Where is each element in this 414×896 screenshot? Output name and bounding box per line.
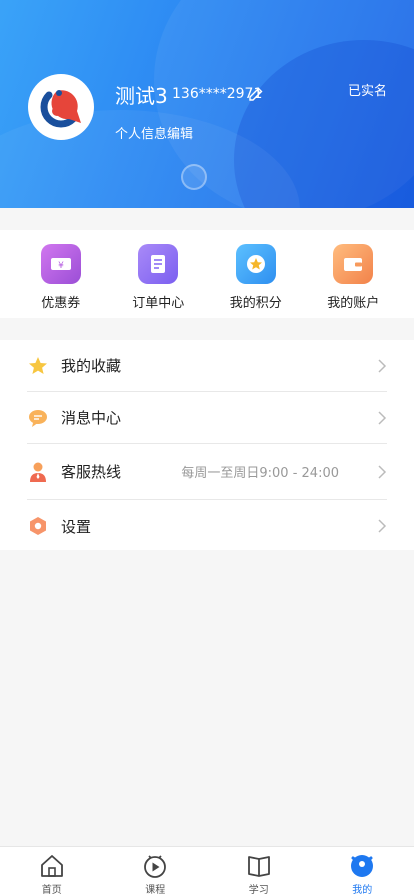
- menu-item-settings[interactable]: 设置: [27, 500, 387, 552]
- profile-icon: [351, 855, 374, 877]
- avatar[interactable]: [28, 74, 94, 140]
- chevron-right-icon: [378, 358, 387, 373]
- tab-home[interactable]: 首页: [0, 847, 104, 896]
- study-icon: [247, 856, 270, 877]
- quick-label: 优惠券: [41, 296, 81, 311]
- course-icon: [144, 855, 167, 878]
- app-logo-icon: [40, 90, 81, 128]
- quick-label: 我的账户: [327, 296, 380, 311]
- order-icon: [138, 244, 179, 284]
- support-icon: [27, 461, 49, 483]
- message-icon: [27, 407, 49, 429]
- verified-badge[interactable]: 已实名: [348, 80, 387, 99]
- chevron-right-icon: [378, 519, 387, 533]
- quick-label: 我的积分: [229, 296, 282, 311]
- quick-orders[interactable]: 订单中心: [113, 230, 203, 318]
- menu-label: 消息中心: [61, 409, 122, 427]
- wallet-icon: [333, 244, 374, 284]
- tab-label: 首页: [41, 885, 62, 896]
- edit-profile-link[interactable]: 个人信息编辑: [115, 123, 193, 142]
- tab-label: 我的: [352, 885, 373, 896]
- header-indicator: [181, 164, 207, 190]
- quick-coupon[interactable]: ¥ 优惠券: [16, 230, 106, 318]
- tab-study[interactable]: 学习: [207, 847, 311, 896]
- profile-header: 测试3 136****2971 个人信息编辑 已实名: [0, 0, 414, 208]
- chevron-right-icon: [378, 464, 387, 479]
- points-icon: [235, 244, 276, 284]
- quick-actions: ¥ 优惠券 订单中心 我的积分 我的账户: [0, 230, 414, 318]
- tab-label: 课程: [145, 885, 166, 896]
- menu-label: 我的收藏: [61, 357, 122, 375]
- coupon-icon: ¥: [40, 244, 81, 284]
- chevron-right-icon: [378, 410, 387, 425]
- support-hours: 每周一至周日9:00 - 24:00: [181, 466, 339, 481]
- star-icon: [27, 355, 49, 377]
- menu-item-favorites[interactable]: 我的收藏: [27, 340, 387, 392]
- edit-icon[interactable]: [248, 86, 264, 102]
- menu-list: 我的收藏 消息中心 客服热线 每周一至周日9:00 - 24:00 设置: [0, 340, 414, 550]
- username: 测试3: [115, 84, 168, 108]
- settings-icon: [27, 515, 49, 537]
- tab-label: 学习: [248, 885, 269, 896]
- quick-points[interactable]: 我的积分: [211, 230, 301, 318]
- menu-label: 设置: [61, 517, 92, 536]
- tab-courses[interactable]: 课程: [104, 847, 208, 896]
- menu-label: 客服热线: [61, 463, 122, 481]
- tab-profile[interactable]: 我的: [311, 847, 414, 896]
- home-icon: [40, 855, 63, 877]
- quick-label: 订单中心: [132, 296, 185, 311]
- menu-item-support[interactable]: 客服热线 每周一至周日9:00 - 24:00: [27, 444, 387, 500]
- svg-text:¥: ¥: [58, 261, 64, 271]
- menu-item-messages[interactable]: 消息中心: [27, 392, 387, 444]
- bottom-tab-bar: 首页 课程 学习 我的: [0, 846, 414, 896]
- quick-account[interactable]: 我的账户: [308, 230, 398, 318]
